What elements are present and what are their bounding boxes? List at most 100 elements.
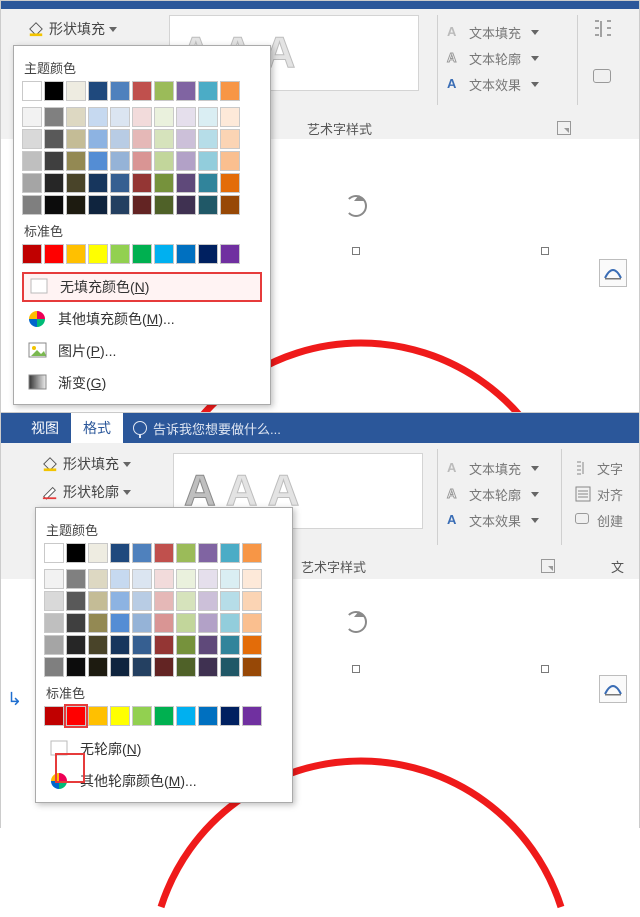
color-swatch[interactable] bbox=[176, 151, 196, 171]
color-swatch[interactable] bbox=[220, 244, 240, 264]
color-swatch[interactable] bbox=[44, 706, 64, 726]
color-swatch[interactable] bbox=[154, 129, 174, 149]
color-swatch[interactable] bbox=[154, 635, 174, 655]
color-swatch[interactable] bbox=[110, 657, 130, 677]
color-swatch[interactable] bbox=[66, 543, 86, 563]
color-swatch[interactable] bbox=[110, 151, 130, 171]
color-swatch[interactable] bbox=[198, 657, 218, 677]
layout-options-button[interactable] bbox=[599, 259, 627, 287]
color-swatch[interactable] bbox=[44, 195, 64, 215]
tab-view[interactable]: 视图 bbox=[19, 413, 71, 443]
color-swatch[interactable] bbox=[132, 613, 152, 633]
layout-options-button[interactable] bbox=[599, 675, 627, 703]
color-swatch[interactable] bbox=[154, 195, 174, 215]
align-text-button[interactable]: 对齐 bbox=[575, 481, 623, 507]
link-icon[interactable] bbox=[593, 69, 611, 88]
color-swatch[interactable] bbox=[44, 129, 64, 149]
color-swatch[interactable] bbox=[110, 591, 130, 611]
color-swatch[interactable] bbox=[154, 706, 174, 726]
color-swatch[interactable] bbox=[220, 591, 240, 611]
color-swatch[interactable] bbox=[198, 591, 218, 611]
color-swatch[interactable] bbox=[132, 591, 152, 611]
gradient-fill-item[interactable]: 渐变(G) bbox=[22, 368, 262, 398]
color-swatch[interactable] bbox=[22, 173, 42, 193]
color-swatch[interactable] bbox=[22, 81, 42, 101]
color-swatch[interactable] bbox=[132, 569, 152, 589]
text-direction-button[interactable]: 文字 bbox=[575, 455, 623, 481]
text-effects-button[interactable]: A文本效果 bbox=[447, 71, 539, 97]
color-swatch[interactable] bbox=[176, 613, 196, 633]
color-swatch[interactable] bbox=[110, 244, 130, 264]
color-swatch[interactable] bbox=[132, 81, 152, 101]
color-swatch[interactable] bbox=[44, 543, 64, 563]
text-effects-button[interactable]: A文本效果 bbox=[447, 507, 539, 533]
create-link-button[interactable]: 创建 bbox=[575, 507, 623, 533]
color-swatch[interactable] bbox=[44, 151, 64, 171]
color-swatch[interactable] bbox=[110, 195, 130, 215]
color-swatch[interactable] bbox=[66, 151, 86, 171]
color-swatch[interactable] bbox=[220, 613, 240, 633]
color-swatch[interactable] bbox=[110, 635, 130, 655]
color-swatch[interactable] bbox=[66, 81, 86, 101]
color-swatch[interactable] bbox=[198, 706, 218, 726]
color-swatch[interactable] bbox=[66, 657, 86, 677]
color-swatch[interactable] bbox=[198, 129, 218, 149]
color-swatch[interactable] bbox=[44, 244, 64, 264]
no-fill-item[interactable]: 无填充颜色(N) bbox=[22, 272, 262, 302]
tell-me-input[interactable]: 告诉我您想要做什么... bbox=[123, 419, 281, 438]
color-swatch[interactable] bbox=[242, 543, 262, 563]
color-swatch[interactable] bbox=[176, 569, 196, 589]
dialog-launcher-icon[interactable] bbox=[557, 121, 571, 135]
color-swatch[interactable] bbox=[88, 569, 108, 589]
color-swatch[interactable] bbox=[88, 591, 108, 611]
color-swatch[interactable] bbox=[220, 81, 240, 101]
color-swatch[interactable] bbox=[66, 129, 86, 149]
picture-fill-item[interactable]: 图片(P)... bbox=[22, 336, 262, 366]
color-swatch[interactable] bbox=[220, 151, 240, 171]
color-swatch[interactable] bbox=[44, 107, 64, 127]
color-swatch[interactable] bbox=[220, 195, 240, 215]
color-swatch[interactable] bbox=[88, 195, 108, 215]
color-swatch[interactable] bbox=[220, 543, 240, 563]
text-outline-button[interactable]: A文本轮廓 bbox=[447, 45, 539, 71]
color-swatch[interactable] bbox=[220, 635, 240, 655]
color-swatch[interactable] bbox=[154, 543, 174, 563]
text-fill-button[interactable]: A文本填充 bbox=[447, 19, 539, 45]
shape-outline-dropdown[interactable]: 形状轮廓 bbox=[35, 479, 137, 505]
color-swatch[interactable] bbox=[44, 613, 64, 633]
color-swatch[interactable] bbox=[132, 129, 152, 149]
color-swatch[interactable] bbox=[198, 151, 218, 171]
color-swatch[interactable] bbox=[242, 635, 262, 655]
dialog-launcher-icon[interactable] bbox=[541, 559, 555, 573]
color-swatch[interactable] bbox=[132, 244, 152, 264]
color-swatch[interactable] bbox=[44, 81, 64, 101]
color-swatch[interactable] bbox=[154, 173, 174, 193]
color-swatch[interactable] bbox=[66, 173, 86, 193]
color-swatch[interactable] bbox=[66, 195, 86, 215]
color-swatch[interactable] bbox=[154, 591, 174, 611]
color-swatch[interactable] bbox=[154, 107, 174, 127]
color-swatch[interactable] bbox=[176, 129, 196, 149]
color-swatch[interactable] bbox=[66, 591, 86, 611]
color-swatch[interactable] bbox=[132, 173, 152, 193]
color-swatch[interactable] bbox=[220, 569, 240, 589]
color-swatch[interactable] bbox=[198, 173, 218, 193]
color-swatch[interactable] bbox=[220, 107, 240, 127]
color-swatch[interactable] bbox=[176, 195, 196, 215]
color-swatch[interactable] bbox=[220, 173, 240, 193]
color-swatch[interactable] bbox=[88, 81, 108, 101]
color-swatch[interactable] bbox=[88, 543, 108, 563]
color-swatch[interactable] bbox=[176, 173, 196, 193]
color-swatch[interactable] bbox=[242, 613, 262, 633]
color-swatch[interactable] bbox=[22, 107, 42, 127]
color-swatch[interactable] bbox=[66, 569, 86, 589]
color-swatch[interactable] bbox=[176, 591, 196, 611]
color-swatch[interactable] bbox=[132, 151, 152, 171]
color-swatch[interactable] bbox=[154, 81, 174, 101]
color-swatch[interactable] bbox=[198, 613, 218, 633]
color-swatch[interactable] bbox=[66, 613, 86, 633]
align-tools-icon[interactable] bbox=[593, 19, 615, 42]
color-swatch[interactable] bbox=[154, 151, 174, 171]
color-swatch[interactable] bbox=[220, 129, 240, 149]
text-outline-button[interactable]: A文本轮廓 bbox=[447, 481, 539, 507]
